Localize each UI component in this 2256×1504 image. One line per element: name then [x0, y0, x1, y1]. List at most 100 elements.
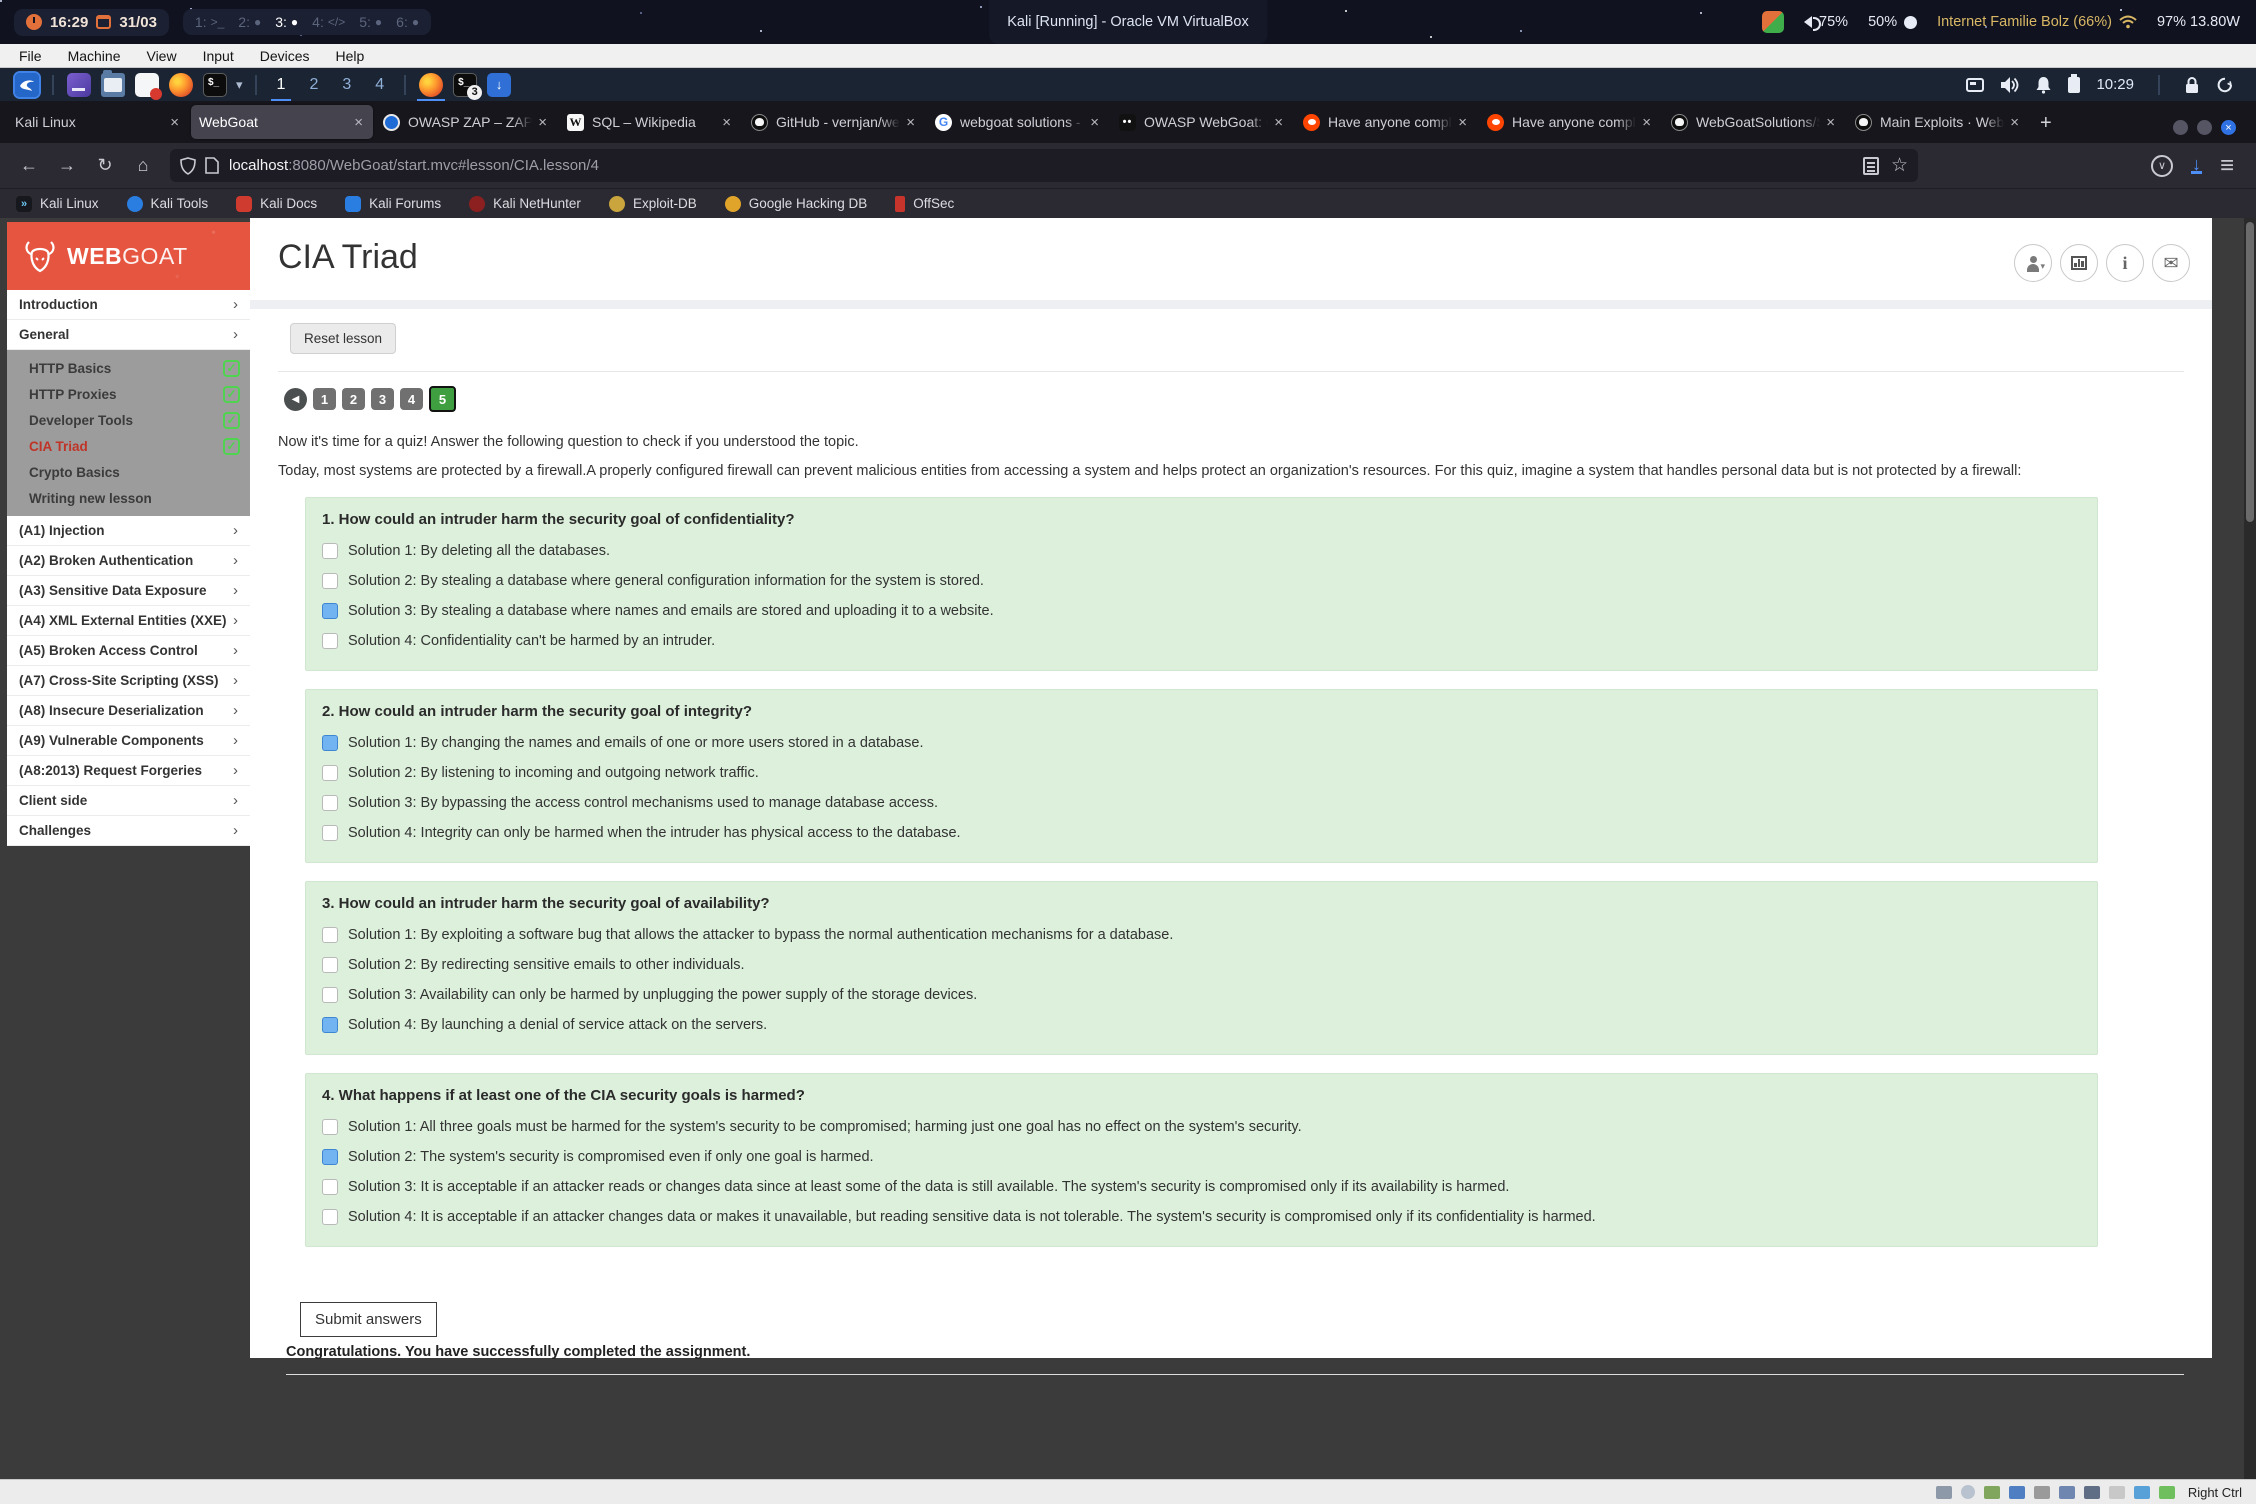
sidebar-item-writing-new-lesson[interactable]: Writing new lesson — [7, 485, 250, 511]
checkbox[interactable] — [322, 573, 338, 589]
battery-tray-icon[interactable] — [2068, 77, 2080, 93]
checkbox-checked[interactable] — [322, 603, 338, 619]
checkbox[interactable] — [322, 795, 338, 811]
firefox-launcher-icon[interactable] — [169, 73, 193, 97]
host-workspace-4[interactable]: 4:</> — [312, 14, 345, 30]
sidebar-item-a8-insecure-deserialization[interactable]: (A8) Insecure Deserialization› — [7, 696, 250, 726]
launcher-dropdown-icon[interactable]: ▾ — [236, 77, 243, 93]
host-power[interactable]: 97% 13.80W — [2157, 14, 2240, 30]
solution-option[interactable]: Solution 1: All three goals must be harm… — [322, 1117, 2081, 1137]
submit-answers-button[interactable]: Submit answers — [300, 1302, 437, 1337]
keyboard-capture-icon[interactable] — [2159, 1486, 2175, 1499]
new-tab-button[interactable]: + — [2030, 112, 2062, 135]
solution-option[interactable]: Solution 2: The system's security is com… — [322, 1147, 2081, 1167]
bookmark-kali-linux[interactable]: Kali Linux — [16, 196, 99, 212]
solution-option[interactable]: Solution 1: By changing the names and em… — [322, 733, 2081, 753]
tab-sql-wikipedia[interactable]: W SQL – Wikipedia × — [559, 105, 741, 139]
tab-close-icon[interactable]: × — [2008, 114, 2021, 131]
display-icon[interactable] — [2084, 1486, 2100, 1499]
tab-close-icon[interactable]: × — [352, 114, 365, 131]
tab-close-icon[interactable]: × — [720, 114, 733, 131]
network-icon[interactable] — [2009, 1486, 2025, 1499]
downloads-icon[interactable]: ↓ — [2191, 157, 2202, 174]
reader-mode-icon[interactable] — [1863, 157, 1879, 175]
contact-button[interactable]: ✉ — [2152, 244, 2190, 282]
host-network[interactable]: Internet Familie Bolz (66%) — [1937, 14, 2137, 30]
page-button-1[interactable]: 1 — [313, 388, 336, 410]
tab-close-icon[interactable]: × — [1824, 114, 1837, 131]
solution-option[interactable]: Solution 4: It is acceptable if an attac… — [322, 1207, 2081, 1227]
menu-devices[interactable]: Devices — [249, 46, 321, 66]
kali-menu-button[interactable] — [15, 73, 39, 97]
workspace-button-1[interactable]: 1 — [265, 72, 298, 98]
solution-option[interactable]: Solution 2: By redirecting sensitive ema… — [322, 955, 2081, 975]
sidebar-item-a3-sensitive-data-exposure[interactable]: (A3) Sensitive Data Exposure› — [7, 576, 250, 606]
volume-tray-icon[interactable] — [2000, 76, 2019, 94]
sidebar-item-http-basics[interactable]: HTTP Basics ✓ — [7, 355, 250, 381]
tab-kali-linux[interactable]: Kali Linux × — [7, 105, 189, 139]
solution-option[interactable]: Solution 2: By stealing a database where… — [322, 571, 2081, 591]
tab-close-icon[interactable]: × — [536, 114, 549, 131]
report-card-button[interactable] — [2060, 244, 2098, 282]
recording-icon[interactable] — [2109, 1486, 2125, 1499]
shared-folders-icon[interactable] — [2059, 1486, 2075, 1499]
home-button[interactable]: ⌂ — [128, 151, 158, 181]
hard-disk-icon[interactable] — [1936, 1486, 1952, 1499]
tracking-shield-icon[interactable] — [180, 157, 196, 175]
menu-file[interactable]: File — [8, 46, 53, 66]
checkbox-checked[interactable] — [322, 1017, 338, 1033]
tab-owasp-zap[interactable]: OWASP ZAP – ZAP i × — [375, 105, 557, 139]
solution-option[interactable]: Solution 3: By bypassing the access cont… — [322, 793, 2081, 813]
pocket-icon[interactable]: ∨ — [2151, 155, 2173, 177]
url-bar[interactable]: localhost:8080/WebGoat/start.mvc#lesson/… — [170, 149, 1918, 182]
host-workspace-1[interactable]: 1:>_ — [195, 14, 224, 30]
about-button[interactable]: i — [2106, 244, 2144, 282]
page-button-5-active[interactable]: 5 — [429, 386, 456, 412]
tab-webgoat-active[interactable]: WebGoat × — [191, 105, 373, 139]
lock-screen-icon[interactable] — [2184, 76, 2200, 94]
host-workspace-5[interactable]: 5:● — [359, 14, 382, 30]
tab-github-vernjan[interactable]: GitHub - vernjan/we × — [743, 105, 925, 139]
page-button-3[interactable]: 3 — [371, 388, 394, 410]
logout-icon[interactable] — [2216, 76, 2234, 94]
previous-page-button[interactable]: ◀ — [284, 388, 307, 411]
tab-owasp-webgoat[interactable]: OWASP WebGoat: G × — [1111, 105, 1293, 139]
page-button-2[interactable]: 2 — [342, 388, 365, 410]
sidebar-item-developer-tools[interactable]: Developer Tools ✓ — [7, 407, 250, 433]
tray-app-icon[interactable] — [1762, 11, 1784, 33]
optical-disk-icon[interactable] — [1961, 1485, 1975, 1499]
solution-option[interactable]: Solution 4: Confidentiality can't be har… — [322, 631, 2081, 651]
solution-option[interactable]: Solution 2: By listening to incoming and… — [322, 763, 2081, 783]
sidebar-item-a9-vulnerable-components[interactable]: (A9) Vulnerable Components› — [7, 726, 250, 756]
host-workspace-switcher[interactable]: 1:>_ 2:● 3:● 4:</> 5:● 6:● — [183, 9, 431, 35]
sidebar-item-http-proxies[interactable]: HTTP Proxies ✓ — [7, 381, 250, 407]
bookmark-kali-forums[interactable]: Kali Forums — [345, 196, 441, 212]
kali-clock[interactable]: 10:29 — [2096, 76, 2134, 93]
bookmark-exploit-db[interactable]: Exploit-DB — [609, 196, 697, 212]
solution-option[interactable]: Solution 1: By deleting all the database… — [322, 541, 2081, 561]
checkbox[interactable] — [322, 825, 338, 841]
checkbox[interactable] — [322, 957, 338, 973]
file-manager-icon[interactable] — [101, 73, 125, 97]
menu-view[interactable]: View — [135, 46, 187, 66]
sidebar-item-introduction[interactable]: Introduction› — [7, 290, 250, 320]
scrollbar-thumb[interactable] — [2246, 222, 2254, 522]
tab-main-exploits[interactable]: Main Exploits · WebG × — [1847, 105, 2029, 139]
solution-option[interactable]: Solution 3: It is acceptable if an attac… — [322, 1177, 2081, 1197]
checkbox[interactable] — [322, 765, 338, 781]
bookmark-kali-tools[interactable]: Kali Tools — [127, 196, 209, 212]
checkbox[interactable] — [322, 543, 338, 559]
menu-input[interactable]: Input — [192, 46, 245, 66]
reload-button[interactable]: ↻ — [90, 151, 120, 181]
checkbox-checked[interactable] — [322, 1149, 338, 1165]
checkbox-checked[interactable] — [322, 735, 338, 751]
bookmark-kali-nethunter[interactable]: Kali NetHunter — [469, 196, 581, 212]
sidebar-item-client-side[interactable]: Client side› — [7, 786, 250, 816]
solution-option[interactable]: Solution 4: By launching a denial of ser… — [322, 1015, 2081, 1035]
bookmark-google-hacking-db[interactable]: Google Hacking DB — [725, 196, 868, 212]
bookmark-offsec[interactable]: OffSec — [895, 196, 954, 212]
host-workspace-3-active[interactable]: 3:● — [275, 14, 298, 30]
downloads-task-button[interactable] — [487, 73, 511, 97]
maximize-button[interactable] — [2197, 120, 2212, 135]
scrollbar[interactable] — [2244, 218, 2256, 1479]
